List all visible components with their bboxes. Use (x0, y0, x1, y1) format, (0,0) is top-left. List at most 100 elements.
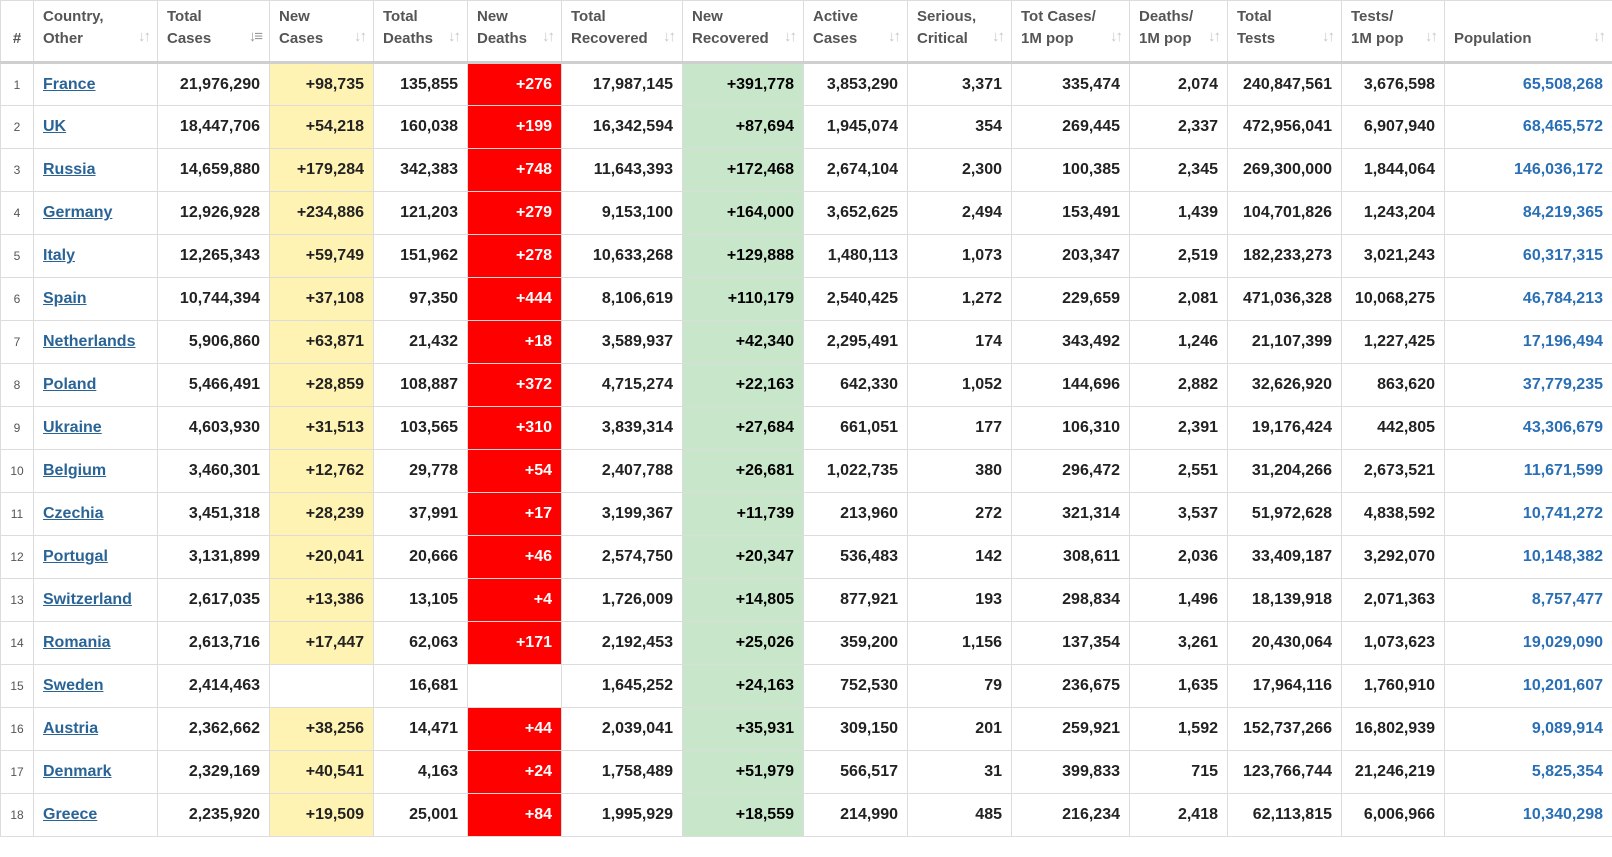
country-link[interactable]: Greece (43, 806, 97, 823)
country-link[interactable]: Sweden (43, 677, 103, 694)
country-link[interactable]: Netherlands (43, 333, 135, 350)
country-link[interactable]: UK (43, 118, 66, 135)
cell-active-cases: 1,480,113 (803, 234, 908, 278)
country-link[interactable]: Ukraine (43, 419, 102, 436)
cell-new-deaths: +4 (467, 578, 562, 622)
cell-serious-critical: 174 (907, 320, 1012, 364)
table-row: 10 Belgium 3,460,301 +12,762 29,778 +54 2,407,… (0, 449, 1612, 493)
cell-serious-critical: 2,494 (907, 191, 1012, 235)
cell-new-recovered: +129,888 (682, 234, 804, 278)
cell-total-tests: 21,107,399 (1227, 320, 1342, 364)
sort-arrows-icon[interactable]: ↓↑ (888, 26, 901, 48)
country-link[interactable]: Austria (43, 720, 98, 737)
header-country[interactable]: Country, Other ↓↑ (33, 0, 158, 64)
sort-arrows-icon[interactable]: ↓≡ (249, 26, 263, 48)
country-link[interactable]: Czechia (43, 505, 103, 522)
sort-arrows-icon[interactable]: ↓↑ (354, 26, 367, 48)
country-link[interactable]: Belgium (43, 462, 106, 479)
sort-arrows-icon[interactable]: ↓↑ (1425, 26, 1438, 48)
header-tests-1m[interactable]: Tests/1M pop ↓↑ (1341, 0, 1445, 64)
population-link[interactable]: 84,219,365 (1523, 204, 1603, 221)
cell-total-tests: 182,233,273 (1227, 234, 1342, 278)
population-link[interactable]: 37,779,235 (1523, 376, 1603, 393)
population-link[interactable]: 10,741,272 (1523, 505, 1603, 522)
country-link[interactable]: Portugal (43, 548, 108, 565)
population-link[interactable]: 8,757,477 (1532, 591, 1603, 608)
header-serious-critical[interactable]: Serious, Critical ↓↑ (907, 0, 1012, 64)
header-total-cases[interactable]: Total Cases ↓≡ (157, 0, 270, 64)
cell-deaths-1m: 2,036 (1129, 535, 1228, 579)
cell-population: 146,036,172 (1444, 148, 1612, 192)
sort-arrows-icon[interactable]: ↓↑ (1208, 26, 1221, 48)
cell-new-recovered: +35,931 (682, 707, 804, 751)
cell-total-cases: 3,451,318 (157, 492, 270, 536)
header-total-recovered[interactable]: Total Recovered ↓↑ (561, 0, 683, 64)
table-row: 9 Ukraine 4,603,930 +31,513 103,565 +310 3,839… (0, 406, 1612, 450)
cell-new-recovered: +26,681 (682, 449, 804, 493)
country-link[interactable]: Italy (43, 247, 75, 264)
population-link[interactable]: 43,306,679 (1523, 419, 1603, 436)
cell-population: 19,029,090 (1444, 621, 1612, 665)
population-link[interactable]: 65,508,268 (1523, 76, 1603, 93)
population-link[interactable]: 68,465,572 (1523, 118, 1603, 135)
header-new-recovered[interactable]: New Recovered ↓↑ (682, 0, 804, 64)
header-total-deaths[interactable]: Total Deaths ↓↑ (373, 0, 468, 64)
population-link[interactable]: 9,089,914 (1532, 720, 1603, 737)
sort-arrows-icon[interactable]: ↓↑ (784, 26, 797, 48)
header-active-cases[interactable]: Active Cases ↓↑ (803, 0, 908, 64)
cell-total-recovered: 11,643,393 (561, 148, 683, 192)
cell-new-cases: +98,735 (269, 62, 374, 106)
sort-arrows-icon[interactable]: ↓↑ (1110, 26, 1123, 48)
population-link[interactable]: 46,784,213 (1523, 290, 1603, 307)
cell-rank: 7 (0, 320, 34, 364)
header-new-cases[interactable]: New Cases ↓↑ (269, 0, 374, 64)
sort-arrows-icon[interactable]: ↓↑ (1593, 26, 1606, 48)
population-link[interactable]: 10,148,382 (1523, 548, 1603, 565)
country-link[interactable]: Romania (43, 634, 111, 651)
country-link[interactable]: Switzerland (43, 591, 132, 608)
sort-arrows-icon[interactable]: ↓↑ (542, 26, 555, 48)
header-rank[interactable]: # (0, 0, 34, 64)
country-link[interactable]: Spain (43, 290, 87, 307)
population-link[interactable]: 10,340,298 (1523, 806, 1603, 823)
header-tot-cases-1m[interactable]: Tot Cases/1M pop ↓↑ (1011, 0, 1130, 64)
cell-new-cases: +20,041 (269, 535, 374, 579)
cell-new-cases: +54,218 (269, 105, 374, 149)
header-label: Deaths (383, 30, 434, 47)
header-new-deaths[interactable]: New Deaths ↓↑ (467, 0, 562, 64)
population-link[interactable]: 10,201,607 (1523, 677, 1603, 694)
header-label: 1M pop (1139, 30, 1192, 47)
country-link[interactable]: Russia (43, 161, 95, 178)
population-link[interactable]: 60,317,315 (1523, 247, 1603, 264)
cell-population: 37,779,235 (1444, 363, 1612, 407)
population-link[interactable]: 146,036,172 (1514, 161, 1603, 178)
cell-tot-cases-1m: 259,921 (1011, 707, 1130, 751)
population-link[interactable]: 11,671,599 (1524, 462, 1603, 479)
header-total-tests[interactable]: Total Tests ↓↑ (1227, 0, 1342, 64)
country-link[interactable]: France (43, 76, 95, 93)
country-link[interactable]: Poland (43, 376, 96, 393)
cell-tests-1m: 10,068,275 (1341, 277, 1445, 321)
cell-deaths-1m: 2,391 (1129, 406, 1228, 450)
sort-arrows-icon[interactable]: ↓↑ (1322, 26, 1335, 48)
header-deaths-1m[interactable]: Deaths/1M pop ↓↑ (1129, 0, 1228, 64)
cell-new-cases: +179,284 (269, 148, 374, 192)
cell-total-cases: 10,744,394 (157, 277, 270, 321)
cell-total-recovered: 3,199,367 (561, 492, 683, 536)
cell-country: Belgium (33, 449, 158, 493)
population-link[interactable]: 19,029,090 (1523, 634, 1603, 651)
header-population[interactable]: Population ↓↑ (1444, 0, 1612, 64)
cell-tests-1m: 1,760,910 (1341, 664, 1445, 708)
sort-arrows-icon[interactable]: ↓↑ (448, 26, 461, 48)
sort-arrows-icon[interactable]: ↓↑ (663, 26, 676, 48)
country-link[interactable]: Denmark (43, 763, 111, 780)
country-link[interactable]: Germany (43, 204, 112, 221)
cell-tests-1m: 3,292,070 (1341, 535, 1445, 579)
cell-population: 5,825,354 (1444, 750, 1612, 794)
sort-arrows-icon[interactable]: ↓↑ (992, 26, 1005, 48)
population-link[interactable]: 17,196,494 (1523, 333, 1603, 350)
table-row: 5 Italy 12,265,343 +59,749 151,962 +278 10,633… (0, 234, 1612, 278)
table-header-row: # Country, Other ↓↑ Total Cases ↓≡ New Cases ↓↑ To… (0, 0, 1612, 64)
sort-arrows-icon[interactable]: ↓↑ (138, 26, 151, 48)
population-link[interactable]: 5,825,354 (1532, 763, 1603, 780)
